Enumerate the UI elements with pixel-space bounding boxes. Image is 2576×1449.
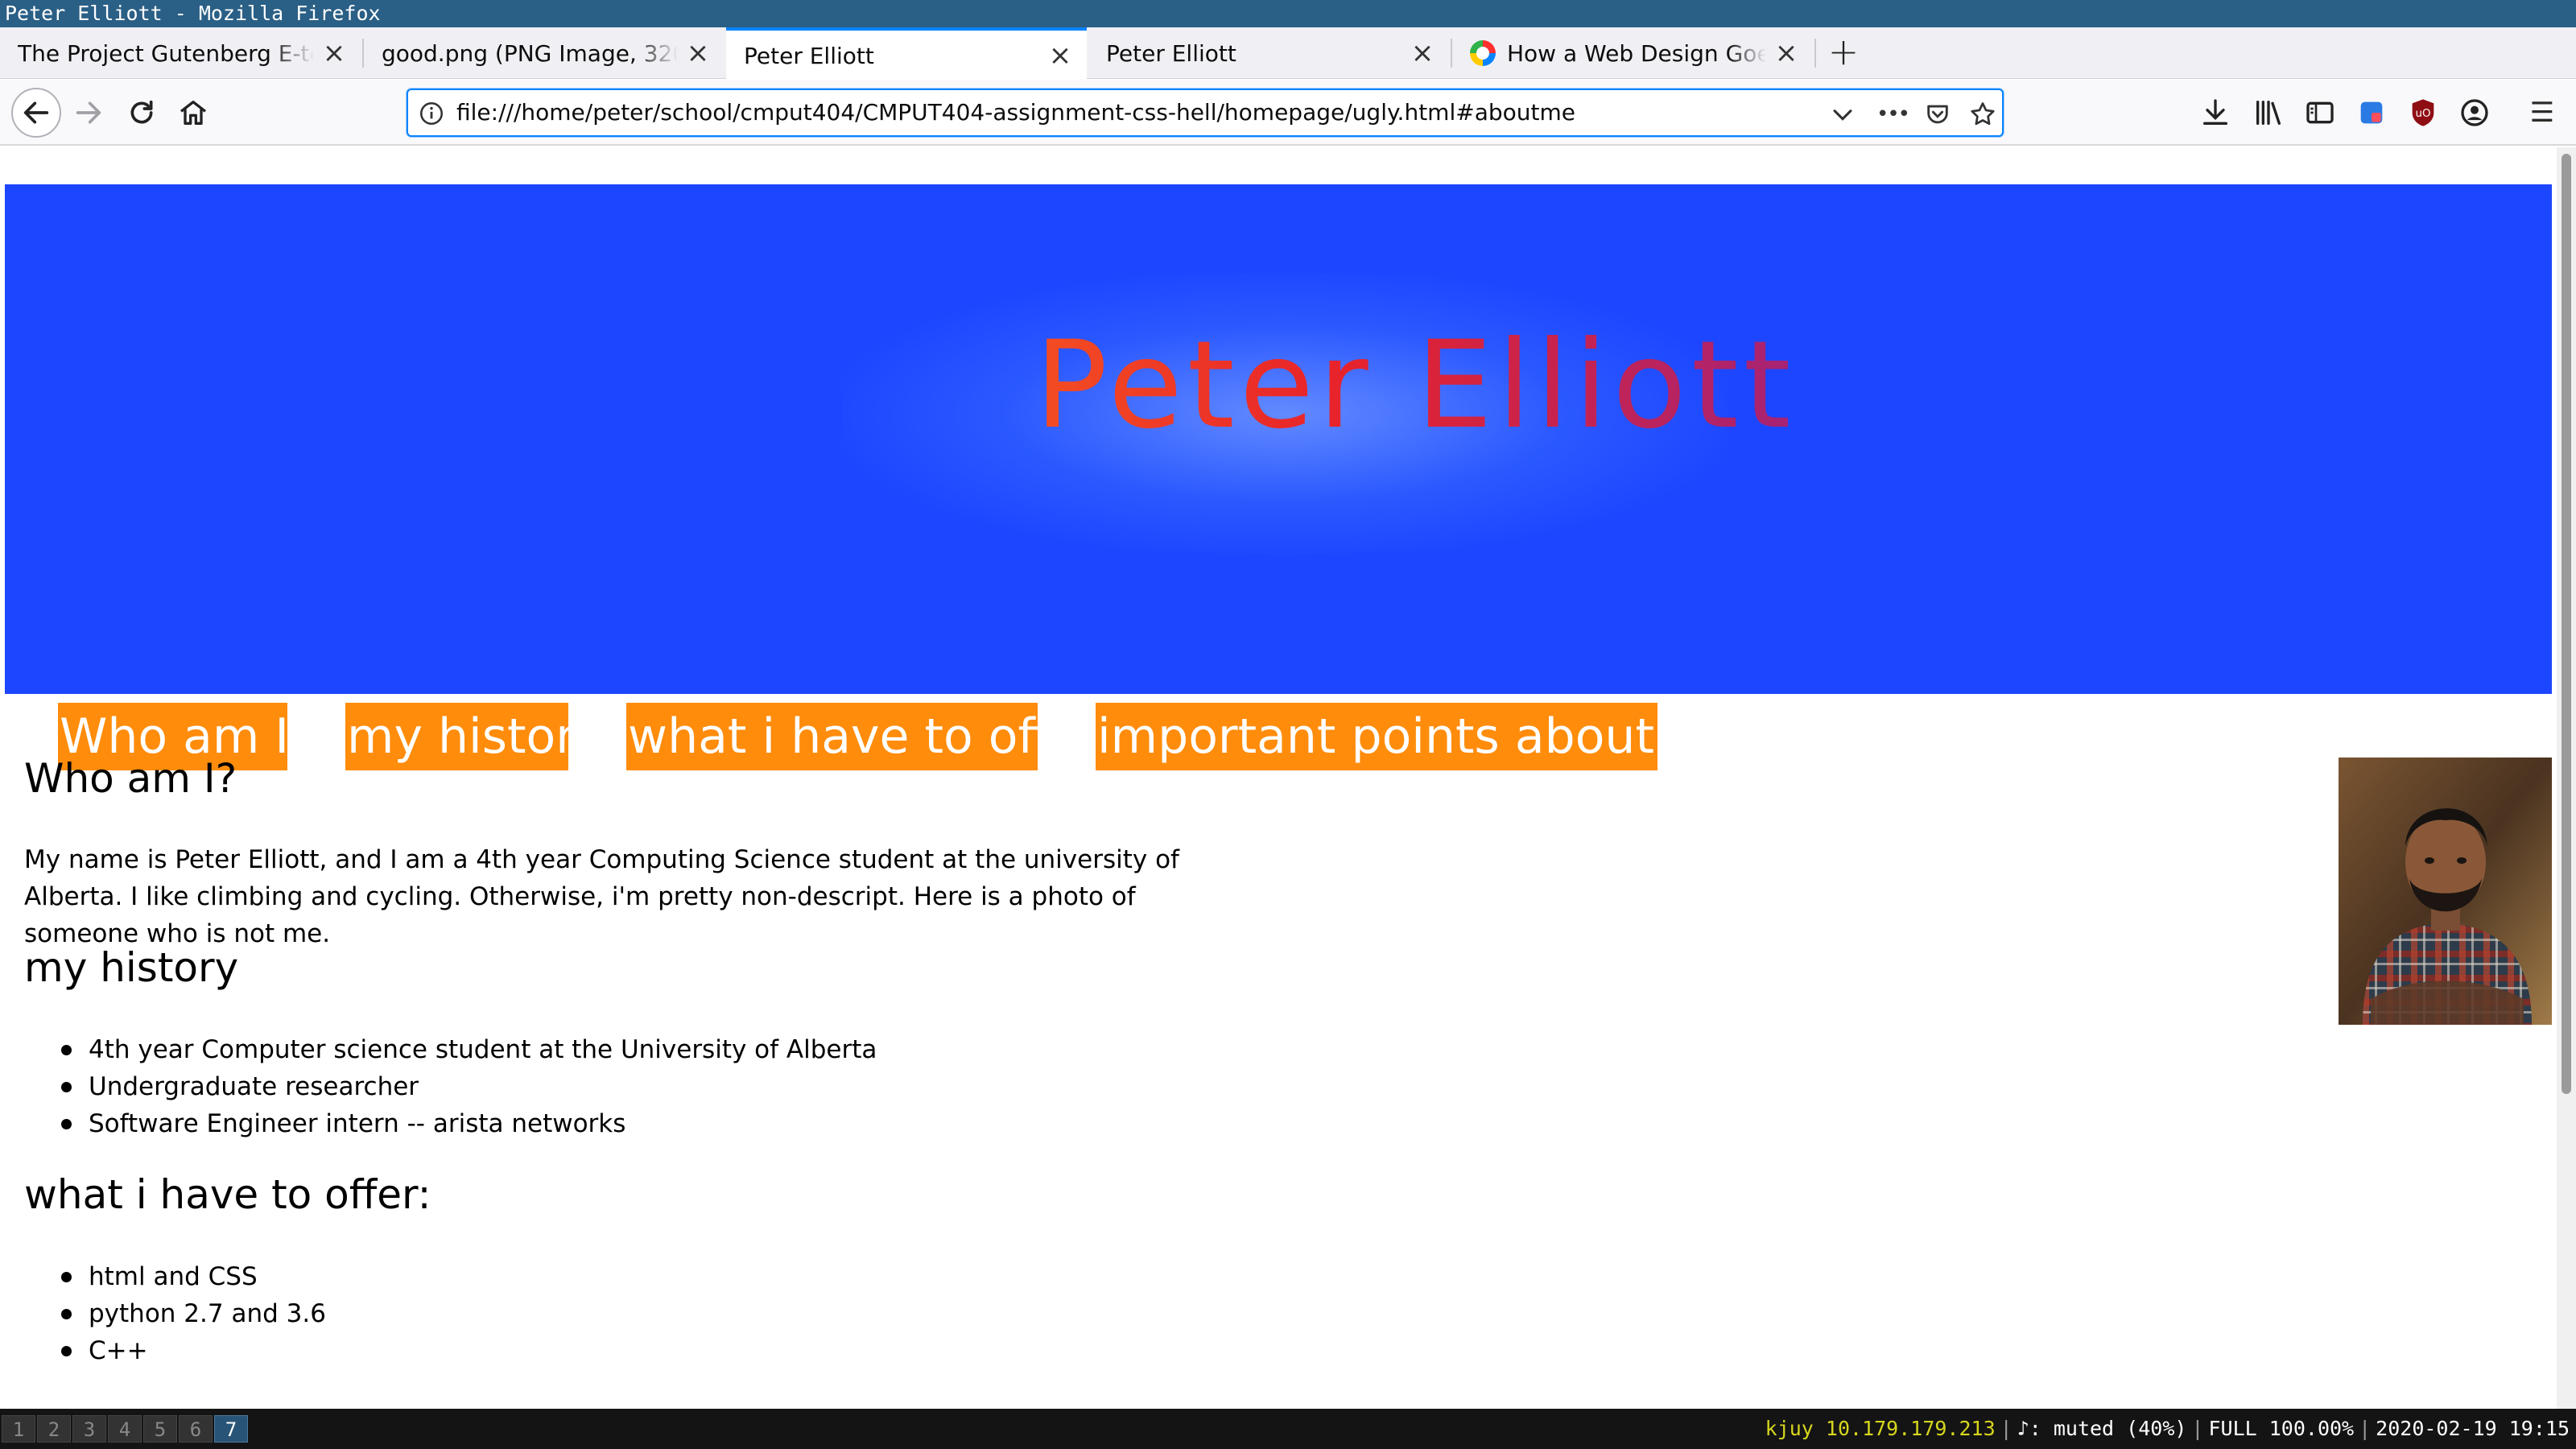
url-text[interactable]: file:///home/peter/school/cmput404/CMPUT… xyxy=(456,90,1575,135)
chevron-down-icon xyxy=(1833,109,1852,121)
list-item: 4th year Computer science student at the… xyxy=(60,1031,877,1068)
workspace-button[interactable]: 4 xyxy=(108,1415,142,1443)
svg-text:uO: uO xyxy=(2416,108,2431,120)
mode-status: FULL 100.00% xyxy=(2208,1417,2355,1440)
history-list: 4th year Computer science student at the… xyxy=(60,1031,877,1142)
workspace-button-active[interactable]: 7 xyxy=(214,1415,248,1443)
container-extension-icon xyxy=(2360,101,2383,124)
tab-label: How a Web Design Goes xyxy=(1507,39,1766,67)
section-heading-about: Who am I? xyxy=(24,755,237,802)
site-title: Peter Elliott xyxy=(5,305,2552,466)
tab-peter-elliott[interactable]: Peter Elliott × xyxy=(1088,27,1449,79)
library-icon xyxy=(2256,101,2281,125)
url-bar[interactable]: file:///home/peter/school/cmput404/CMPUT… xyxy=(407,89,2004,137)
close-tab-icon[interactable]: × xyxy=(322,39,346,67)
offer-list: html and CSS python 2.7 and 3.6 C++ xyxy=(61,1258,326,1369)
downloads-button[interactable] xyxy=(2191,89,2240,137)
ublock-button[interactable]: uO xyxy=(2399,89,2447,137)
pocket-icon xyxy=(1927,105,1948,124)
tab-web-design[interactable]: How a Web Design Goes × xyxy=(1452,27,1813,79)
volume-status: ♪: muted (40%) xyxy=(2017,1417,2187,1440)
list-item: python 2.7 and 3.6 xyxy=(61,1295,326,1332)
workspace-switcher: 1 2 3 4 5 6 7 xyxy=(2,1415,248,1443)
person-photo-image xyxy=(2339,758,2552,1025)
tab-peter-elliott-active[interactable]: Peter Elliott × xyxy=(726,27,1087,80)
reload-icon xyxy=(130,100,153,124)
site-title-first: Peter xyxy=(1034,316,1373,456)
about-paragraph: My name is Peter Elliott, and I am a 4th… xyxy=(24,845,1179,948)
clock: 2020-02-19 19:15 xyxy=(2376,1417,2570,1440)
sidebar-icon xyxy=(2306,101,2334,124)
menu-button[interactable]: ☰ xyxy=(2518,89,2566,137)
tab-label: The Project Gutenberg E-text xyxy=(18,39,314,67)
download-icon xyxy=(2203,99,2227,125)
workspace-button[interactable]: 5 xyxy=(143,1415,177,1443)
home-button[interactable] xyxy=(169,89,217,137)
section-heading-offer: what i have to offer: xyxy=(24,1171,431,1218)
network-status: kjuy 10.179.179.213 xyxy=(1765,1417,1996,1440)
tab-label: Peter Elliott xyxy=(1106,39,1236,67)
list-item: Software Engineer intern -- arista netwo… xyxy=(60,1105,877,1142)
nav-link-important-points[interactable]: important points about me xyxy=(1096,703,1657,770)
window-title: Peter Elliott - Mozilla Firefox xyxy=(0,0,2576,27)
tab-good-png[interactable]: good.png (PNG Image, 3200 × xyxy=(364,27,724,79)
nav-link-what-i-offer[interactable]: what i have to offer xyxy=(626,703,1038,770)
ublock-shield-icon: uO xyxy=(2412,99,2434,126)
site-favicon-icon xyxy=(1470,40,1496,66)
section-heading-history: my history xyxy=(24,944,239,991)
home-icon xyxy=(180,101,207,125)
url-dropdown-button[interactable] xyxy=(1825,97,1860,132)
profile-photo xyxy=(2339,758,2552,1025)
navigation-toolbar: file:///home/peter/school/cmput404/CMPUT… xyxy=(0,80,2576,146)
tab-label: good.png (PNG Image, 3200 xyxy=(382,39,678,67)
page-header: Peter Elliott xyxy=(5,184,2552,694)
bookmark-star-button[interactable] xyxy=(1965,97,2000,132)
star-icon xyxy=(1971,102,1995,126)
workspace-button[interactable]: 1 xyxy=(2,1415,35,1443)
tab-strip: The Project Gutenberg E-text × good.png … xyxy=(0,27,2576,80)
reload-button[interactable] xyxy=(118,89,166,137)
container-extension-button[interactable] xyxy=(2347,89,2396,137)
back-button[interactable] xyxy=(11,88,61,138)
new-tab-button[interactable]: + xyxy=(1821,27,1866,79)
forward-button[interactable] xyxy=(64,89,113,137)
list-item: html and CSS xyxy=(61,1258,326,1295)
list-item: Undergraduate researcher xyxy=(60,1068,877,1105)
site-title-last: Elliott xyxy=(1416,316,1796,456)
info-icon[interactable] xyxy=(418,100,445,127)
web-page: Peter Elliott Who am I? my history what … xyxy=(5,147,2552,1409)
close-tab-icon[interactable]: × xyxy=(686,39,710,67)
library-button[interactable] xyxy=(2244,89,2293,137)
workspace-button[interactable]: 6 xyxy=(179,1415,213,1443)
pocket-button[interactable] xyxy=(1920,97,1955,132)
close-tab-icon[interactable]: × xyxy=(1048,42,1072,69)
close-tab-icon[interactable]: × xyxy=(1410,39,1435,67)
sidebar-button[interactable] xyxy=(2296,89,2344,137)
scrollbar-thumb[interactable] xyxy=(2562,154,2571,1094)
nav-link-my-history[interactable]: my history xyxy=(345,703,568,770)
list-item: C++ xyxy=(61,1332,326,1369)
workspace-button[interactable]: 2 xyxy=(37,1415,71,1443)
tab-label: Peter Elliott xyxy=(744,42,874,69)
workspace-button[interactable]: 3 xyxy=(72,1415,106,1443)
system-status-bar: 1 2 3 4 5 6 7 kjuy 10.179.179.213 | ♪: mut… xyxy=(0,1409,2576,1449)
status-info: kjuy 10.179.179.213 | ♪: muted (40%) | FULL … xyxy=(1765,1417,2570,1440)
tab-separator xyxy=(1814,39,1816,68)
back-arrow-icon xyxy=(23,101,49,124)
account-button[interactable] xyxy=(2450,89,2499,137)
page-actions-button[interactable]: ••• xyxy=(1875,97,1910,132)
account-icon xyxy=(2461,99,2488,126)
page-viewport: Peter Elliott Who am I? my history what … xyxy=(0,147,2576,1409)
forward-arrow-icon xyxy=(76,101,101,124)
tab-gutenberg[interactable]: The Project Gutenberg E-text × xyxy=(0,27,361,79)
close-tab-icon[interactable]: × xyxy=(1774,39,1798,67)
vertical-scrollbar[interactable] xyxy=(2557,147,2576,1409)
